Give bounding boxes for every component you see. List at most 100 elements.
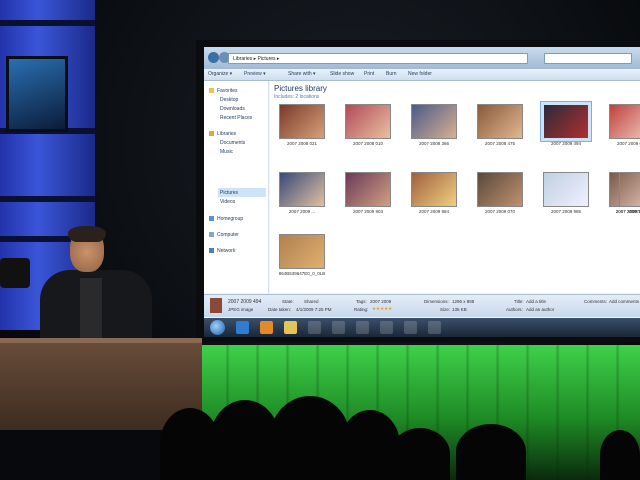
- wall-monitor: [6, 56, 68, 132]
- wall-slat: [0, 20, 95, 26]
- nav-label: Network: [217, 248, 236, 254]
- thumbnail-caption: 2007 2009 007: [616, 141, 640, 146]
- photo-thumbnail[interactable]: [478, 173, 522, 206]
- nav-desktop[interactable]: Desktop: [220, 96, 238, 104]
- homegroup-icon: [209, 216, 214, 222]
- thumbnail-caption: 2007 2008 010: [352, 141, 384, 146]
- details-file-type: JPEG image: [228, 307, 254, 312]
- nav-music[interactable]: Music: [220, 148, 233, 156]
- start-orb-icon[interactable]: [210, 320, 225, 335]
- nav-computer[interactable]: Computer: [209, 231, 239, 239]
- explorer-window: Libraries ▸ Pictures ▸ Organize ▾ Previe…: [204, 47, 640, 337]
- nav-network[interactable]: Network: [209, 247, 235, 255]
- audience-head: [270, 396, 350, 480]
- photo-thumbnail[interactable]: [280, 105, 324, 138]
- nav-homegroup[interactable]: Homegroup: [209, 215, 243, 223]
- rating-stars[interactable]: ★★★★★: [372, 306, 392, 312]
- photo-thumbnail[interactable]: [346, 173, 390, 206]
- media-player-icon[interactable]: [260, 321, 273, 334]
- ie-icon[interactable]: [236, 321, 249, 334]
- photo-thumbnail[interactable]: [346, 105, 390, 138]
- back-icon[interactable]: [208, 52, 219, 63]
- photo-thumbnail[interactable]: [544, 173, 588, 206]
- nav-label: Homegroup: [217, 216, 244, 222]
- folder-icon: [209, 131, 214, 137]
- burn-button[interactable]: Burn: [386, 69, 397, 80]
- title-bar: Libraries ▸ Pictures ▸: [204, 47, 640, 69]
- thumbnail-caption: 2007 2009 070: [484, 209, 516, 214]
- audience-head: [390, 428, 450, 480]
- network-icon: [209, 248, 214, 254]
- audience-head: [600, 430, 640, 480]
- address-bar[interactable]: Libraries ▸ Pictures ▸: [228, 53, 528, 64]
- photo-thumbnail[interactable]: [620, 173, 640, 206]
- search-input[interactable]: [544, 53, 632, 64]
- navigation-pane: Favorites Desktop Downloads Recent Place…: [204, 81, 269, 293]
- nav-downloads[interactable]: Downloads: [220, 105, 245, 113]
- details-size-value: 135 KB: [452, 307, 467, 312]
- print-button[interactable]: Print: [364, 69, 374, 80]
- details-file-name: 2007 2009 494: [228, 299, 262, 305]
- details-dimensions-value: 1296 x 888: [452, 299, 475, 304]
- podium-edge: [0, 338, 202, 343]
- details-date-value: 4/1/2009 7:25 PM: [296, 307, 332, 312]
- share-with-button[interactable]: Share with ▾: [288, 69, 316, 80]
- explorer-taskbar-icon[interactable]: [284, 321, 297, 334]
- thumbnail-caption: 2007 2009 ...: [288, 209, 316, 214]
- thumbnail-caption: 2007 2008 475: [484, 141, 516, 146]
- photo-thumbnail[interactable]: [412, 105, 456, 138]
- details-title-value[interactable]: Add a title: [526, 299, 546, 304]
- taskbar-app-icon[interactable]: [332, 321, 345, 334]
- taskbar-app-icon[interactable]: [356, 321, 369, 334]
- taskbar-app-icon[interactable]: [428, 321, 441, 334]
- photo-thumbnail[interactable]: [280, 173, 324, 206]
- computer-icon: [209, 232, 214, 238]
- details-state-label: State:: [282, 299, 294, 304]
- preview-button[interactable]: Preview ▾: [244, 69, 266, 80]
- photo-thumbnail[interactable]: [544, 105, 588, 138]
- details-comments-value[interactable]: Add comments: [609, 299, 639, 304]
- photo-thumbnail[interactable]: [610, 105, 640, 138]
- details-authors-value[interactable]: Add an author: [526, 307, 554, 312]
- nav-label: Libraries: [217, 131, 237, 137]
- photo-thumbnail[interactable]: [412, 173, 456, 206]
- library-content: Pictures library Includes: 2 locations 2…: [270, 81, 640, 293]
- organize-button[interactable]: Organize ▾: [208, 69, 232, 80]
- taskbar-app-icon[interactable]: [308, 321, 321, 334]
- thumbnail-caption: 2007 2008 021: [286, 141, 318, 146]
- star-icon: [209, 88, 214, 94]
- details-size-label: Size:: [440, 307, 451, 312]
- photo-thumbnail[interactable]: [280, 235, 324, 268]
- thumbnail-caption: 2007 2009 494: [550, 141, 582, 146]
- thumbnail-caption: 2007 2008 366: [418, 141, 450, 146]
- details-tags-value[interactable]: 2007 2009: [370, 299, 391, 304]
- selected-thumbnail: [210, 298, 222, 313]
- nav-favorites[interactable]: Favorites: [209, 87, 238, 95]
- thumbnail-caption: 2007 2009 ...: [628, 209, 640, 214]
- taskbar-app-icon[interactable]: [380, 321, 393, 334]
- thumbnail-caption: 2007 2009 984: [418, 209, 450, 214]
- stage-light: [0, 258, 30, 288]
- command-bar: Organize ▾ Preview ▾ Share with ▾ Slide …: [204, 69, 640, 81]
- new-folder-button[interactable]: New folder: [408, 69, 432, 80]
- wall-slat: [0, 196, 95, 202]
- taskbar-app-icon[interactable]: [404, 321, 417, 334]
- details-dimensions-label: Dimensions:: [424, 299, 449, 304]
- nav-videos[interactable]: Videos: [220, 198, 235, 206]
- presenter-hair: [68, 226, 106, 242]
- nav-label: Computer: [217, 232, 239, 238]
- nav-documents[interactable]: Documents: [220, 139, 245, 147]
- details-tags-label: Tags:: [356, 299, 367, 304]
- nav-libraries[interactable]: Libraries: [209, 130, 236, 138]
- details-authors-label: Authors:: [506, 307, 523, 312]
- audience-head: [456, 424, 526, 480]
- library-locations-link[interactable]: Includes: 2 locations: [274, 94, 319, 100]
- details-date-label: Date taken:: [268, 307, 292, 312]
- photo-thumbnail[interactable]: [478, 105, 522, 138]
- slide-show-button[interactable]: Slide show: [330, 69, 354, 80]
- thumbnail-caption: 864B539647E0_0_0LB: [278, 271, 326, 276]
- nav-recent-places[interactable]: Recent Places: [220, 114, 252, 122]
- taskbar: [204, 318, 640, 337]
- nav-label: Favorites: [217, 88, 238, 94]
- nav-pictures[interactable]: Pictures: [220, 189, 238, 197]
